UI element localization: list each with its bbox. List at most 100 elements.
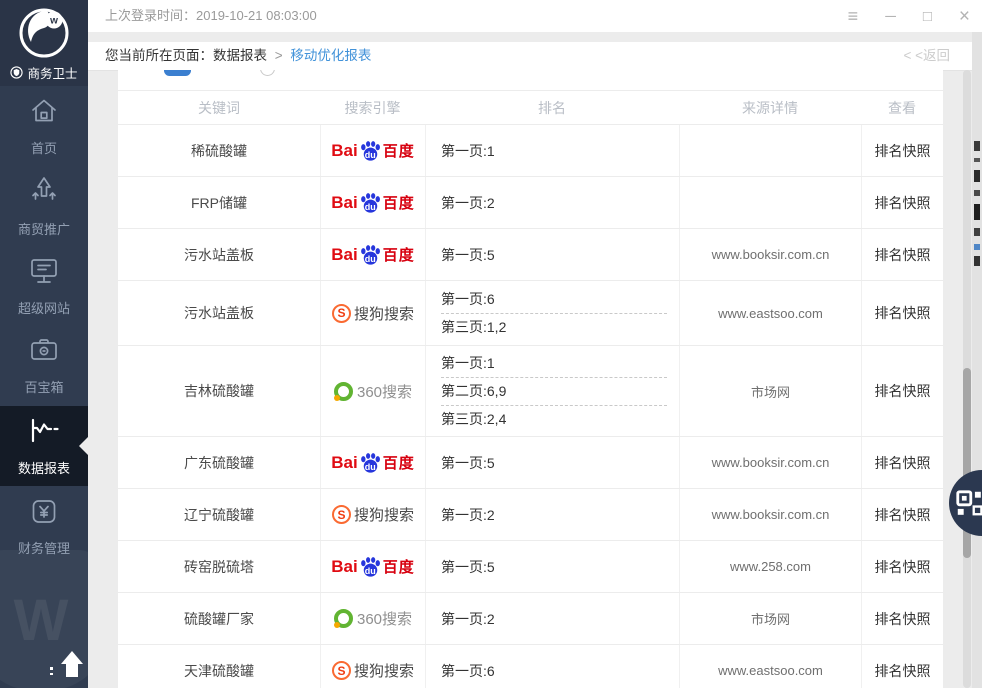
table-row: 稀硫酸罐 Baidu百度 第一页:1 排名快照	[118, 125, 943, 177]
360-search-logo: 360搜索	[334, 381, 412, 402]
search-engine-cell: S搜狗搜索	[320, 281, 425, 345]
keyword-text: 稀硫酸罐	[191, 141, 247, 161]
rank-line: 第一页:1	[441, 350, 667, 377]
rank-line: 第一页:5	[441, 449, 667, 476]
header-rank: 排名	[425, 98, 679, 118]
header-view: 查看	[861, 98, 943, 118]
sidebar-nav: 首页 商贸推广 超级网站 百宝箱	[0, 86, 88, 566]
keyword-text: 砖窑脱硫塔	[184, 557, 254, 577]
back-button[interactable]: < <返回	[903, 42, 950, 70]
source-link[interactable]: www.booksir.com.cn	[712, 455, 830, 470]
rank-line: 第一页:5	[441, 553, 667, 580]
view-snapshot-link[interactable]: 排名快照	[875, 193, 931, 213]
view-snapshot-link[interactable]: 排名快照	[875, 141, 931, 161]
source-link[interactable]: www.eastsoo.com	[718, 306, 823, 321]
view-snapshot-link[interactable]: 排名快照	[875, 245, 931, 265]
source-link[interactable]: www.booksir.com.cn	[712, 247, 830, 262]
rank-cell: 第一页:1第二页:6,9第三页:2,4	[425, 346, 679, 436]
search-engine-cell: Baidu百度	[320, 125, 425, 176]
sidebar-item-label: 百宝箱	[24, 377, 63, 396]
keyword-text: 硫酸罐厂家	[184, 609, 254, 629]
view-snapshot-link[interactable]: 排名快照	[875, 557, 931, 577]
svg-text:w: w	[49, 16, 58, 27]
finance-icon	[29, 496, 59, 531]
breadcrumb-separator: >	[275, 48, 283, 63]
view-snapshot-link[interactable]: 排名快照	[875, 505, 931, 525]
baidu-logo: Baidu百度	[331, 452, 414, 473]
sidebar-item-super-website[interactable]: 超级网站	[0, 246, 88, 326]
sidebar-item-home[interactable]: 首页	[0, 86, 88, 166]
sogou-logo: S搜狗搜索	[332, 660, 414, 681]
source-link[interactable]: www.booksir.com.cn	[712, 507, 830, 522]
breadcrumb-current-link[interactable]: 移动优化报表	[290, 48, 371, 63]
rank-cell: 第一页:5	[425, 229, 679, 280]
maximize-button[interactable]: □	[923, 9, 932, 24]
super-website-icon	[28, 256, 60, 291]
partial-radio-selected[interactable]	[164, 70, 191, 76]
app-window: w 商务卫士 W 首页 商贸推广	[0, 0, 982, 688]
sidebar-item-finance[interactable]: 财务管理	[0, 486, 88, 566]
breadcrumb-prefix: 您当前所在页面：	[105, 48, 213, 63]
source-link[interactable]: www.eastsoo.com	[718, 663, 823, 678]
sidebar-item-trade-promotion[interactable]: 商贸推广	[0, 166, 88, 246]
search-engine-cell: S搜狗搜索	[320, 489, 425, 540]
sogou-icon: S	[332, 304, 351, 323]
keyword-text: 污水站盖板	[184, 245, 254, 265]
search-engine-cell: Baidu百度	[320, 437, 425, 488]
search-engine-cell: S搜狗搜索	[320, 645, 425, 688]
baidu-paw-icon: du	[359, 192, 382, 213]
rank-line: 第一页:1	[441, 137, 667, 164]
rank-cell: 第一页:2	[425, 177, 679, 228]
watermark-shield: W	[0, 550, 106, 688]
rank-cell: 第一页:2	[425, 593, 679, 644]
sogou-icon: S	[332, 505, 351, 524]
breadcrumb-bar: 您当前所在页面：数据报表 > 移动优化报表 < <返回	[88, 42, 972, 71]
report-table-card: 关键词 搜索引擎 排名 来源详情 查看 稀硫酸罐 Baidu百度 第一页:1 排…	[118, 70, 943, 688]
breadcrumb: 您当前所在页面：数据报表 > 移动优化报表	[105, 42, 371, 70]
menu-icon[interactable]: ≡	[848, 7, 859, 25]
view-snapshot-link[interactable]: 排名快照	[875, 609, 931, 629]
rank-line: 第三页:2,4	[441, 405, 667, 433]
partial-radio-unselected[interactable]	[260, 70, 275, 76]
keyword-text: FRP储罐	[191, 193, 247, 213]
baidu-logo: Baidu百度	[331, 244, 414, 265]
search-engine-cell: 360搜索	[320, 346, 425, 436]
sogou-logo: S搜狗搜索	[332, 504, 414, 525]
minimize-button[interactable]: ─	[885, 9, 896, 24]
search-engine-cell: Baidu百度	[320, 177, 425, 228]
sidebar-item-data-report[interactable]: 数据报表	[0, 406, 88, 486]
view-snapshot-link[interactable]: 排名快照	[875, 661, 931, 681]
source-link[interactable]: 市场网	[751, 609, 790, 628]
view-snapshot-link[interactable]: 排名快照	[875, 381, 931, 401]
source-link[interactable]: 市场网	[751, 382, 790, 401]
rank-line: 第一页:2	[441, 501, 667, 528]
sogou-icon: S	[332, 661, 351, 680]
table-row: 吉林硫酸罐 360搜索 第一页:1第二页:6,9第三页:2,4 市场网 排名快照	[118, 346, 943, 437]
table-row: 硫酸罐厂家 360搜索 第一页:2 市场网 排名快照	[118, 593, 943, 645]
source-link[interactable]: www.258.com	[730, 559, 811, 574]
up-arrow-icon	[61, 651, 83, 664]
rank-cell: 第一页:5	[425, 541, 679, 592]
qr-widget[interactable]	[949, 470, 982, 536]
rank-cell: 第一页:2	[425, 489, 679, 540]
vertical-scrollbar[interactable]	[963, 70, 971, 688]
360-icon	[334, 609, 353, 628]
keyword-text: 吉林硫酸罐	[184, 381, 254, 401]
close-button[interactable]: ×	[959, 7, 970, 26]
table-row: 辽宁硫酸罐 S搜狗搜索 第一页:2 www.booksir.com.cn 排名快…	[118, 489, 943, 541]
last-login-text: 上次登录时间：2019-10-21 08:03:00	[105, 0, 317, 32]
sidebar-up-arrow-button[interactable]	[59, 651, 85, 685]
brand-shield-icon	[10, 66, 23, 79]
view-snapshot-link[interactable]: 排名快照	[875, 453, 931, 473]
rank-line: 第一页:6	[441, 286, 667, 313]
search-engine-cell: Baidu百度	[320, 229, 425, 280]
rank-line: 第三页:1,2	[441, 313, 667, 341]
rank-line: 第二页:6,9	[441, 377, 667, 405]
table-row: 天津硫酸罐 S搜狗搜索 第一页:6 www.eastsoo.com 排名快照	[118, 645, 943, 688]
view-snapshot-link[interactable]: 排名快照	[875, 303, 931, 323]
rank-cell: 第一页:6	[425, 645, 679, 688]
selected-item-notch	[79, 437, 88, 455]
header-source-detail: 来源详情	[679, 98, 861, 118]
sidebar-item-toolbox[interactable]: 百宝箱	[0, 326, 88, 406]
table-row: 污水站盖板 S搜狗搜索 第一页:6第三页:1,2 www.eastsoo.com…	[118, 281, 943, 346]
